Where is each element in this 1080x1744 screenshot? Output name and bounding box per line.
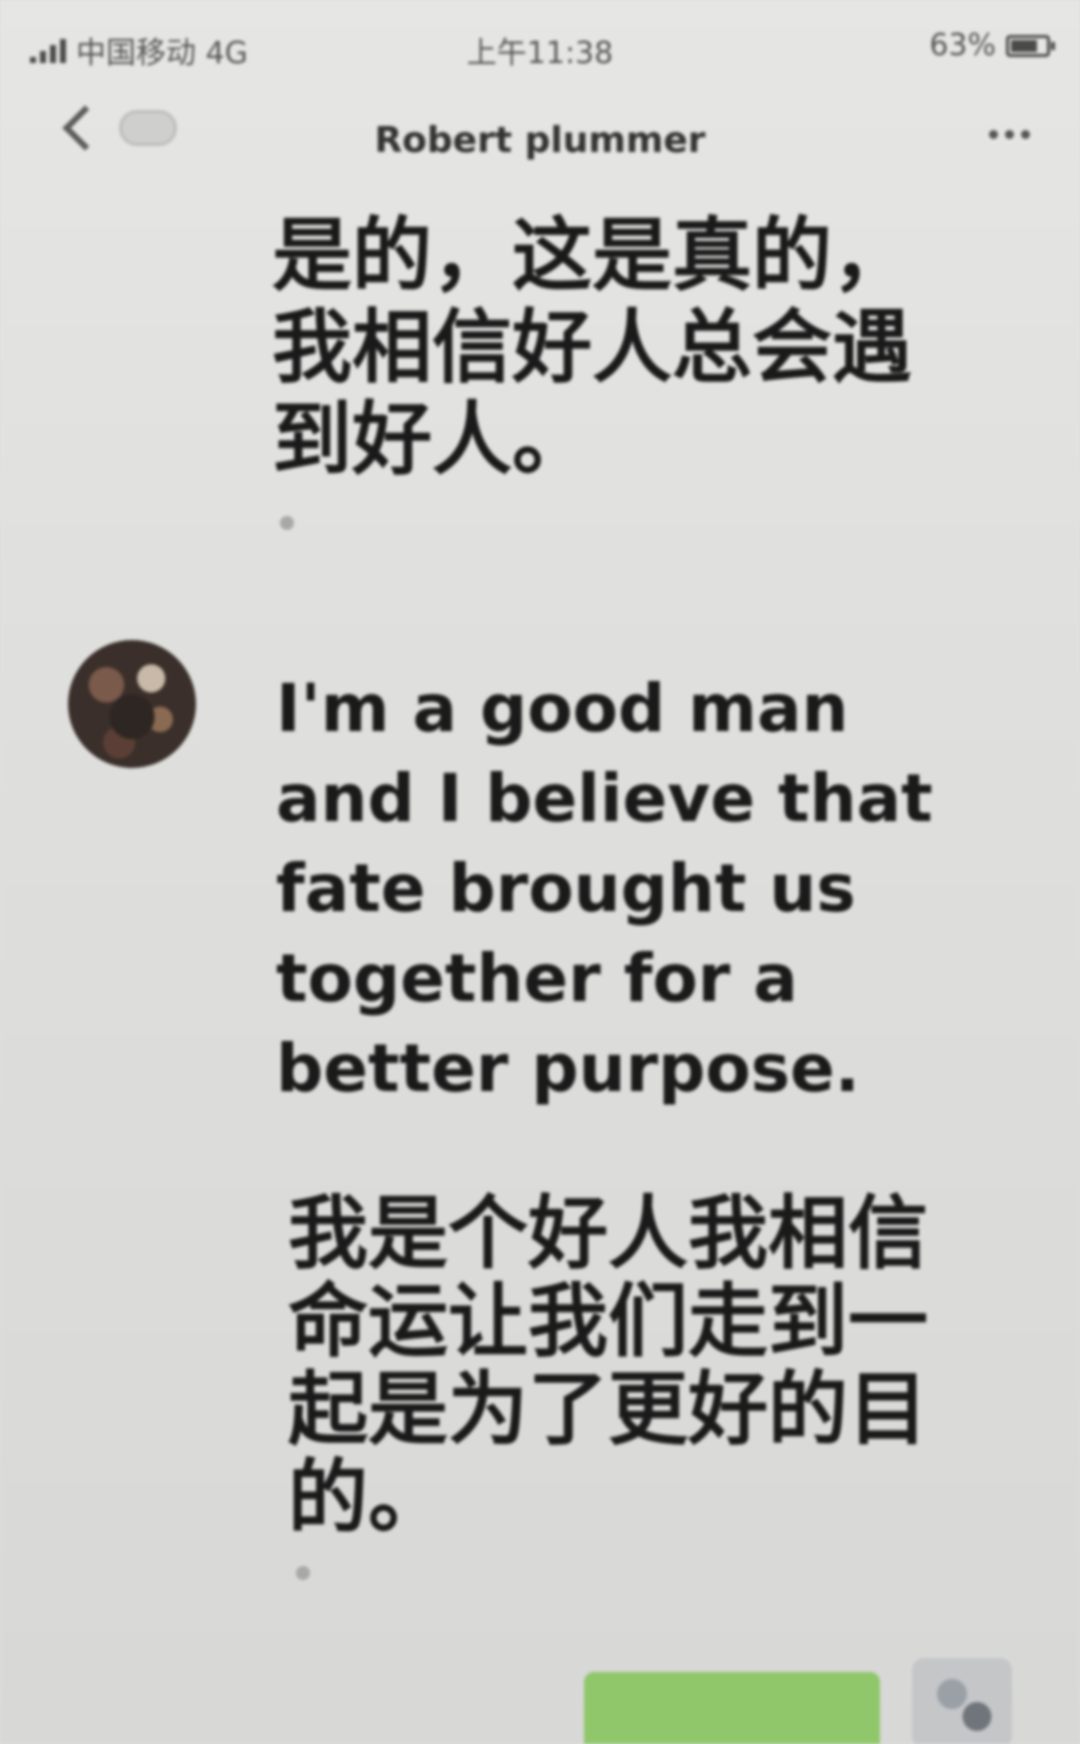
chat-title: Robert plummer [374,120,706,161]
translation-tag [296,1566,310,1580]
translate-dot-icon [296,1566,310,1580]
status-bar: 中国移动 4G 上午11:38 63% [0,0,1080,100]
message-text-translation: 我是个好人我相信命运让我们走到一起是为了更好的目的。 [288,1187,928,1544]
battery-percent: 63% [929,28,996,63]
contact-avatar[interactable] [68,640,196,768]
status-time: 上午11:38 [466,36,614,71]
battery-icon [1006,34,1055,57]
translate-dot-icon [280,516,294,530]
chat-screen: 中国移动 4G 上午11:38 63% Robert plummer 是的，这是… [0,0,1080,1744]
nav-bar: Robert plummer [0,100,1080,190]
self-avatar[interactable] [912,1658,1012,1744]
translation-tag [280,516,294,530]
outgoing-message-bubble[interactable] [584,1672,880,1744]
more-dots-icon[interactable] [989,130,1030,139]
message-text-top: 是的，这是真的，我相信好人总会遇到好人。 [272,209,912,486]
status-right: 63% [929,28,1055,63]
message-text-english: I'm a good man and I believe that fate b… [276,670,933,1107]
